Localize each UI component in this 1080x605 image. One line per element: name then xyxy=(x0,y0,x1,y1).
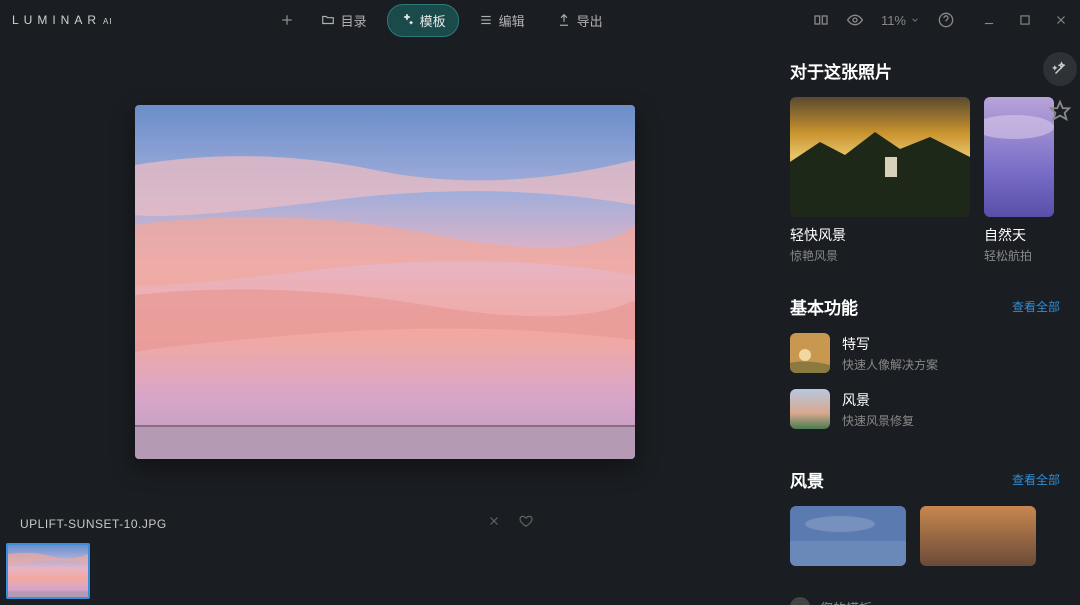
tab-export[interactable]: 导出 xyxy=(545,5,615,36)
tab-edit[interactable]: 编辑 xyxy=(467,5,537,36)
recommendation-card-1[interactable]: 轻快风景 惊艳风景 xyxy=(790,97,970,264)
basics1-sub: 快速人像解决方案 xyxy=(842,356,938,373)
chevron-down-icon xyxy=(910,15,920,25)
basics2-sub: 快速风景修复 xyxy=(842,412,914,429)
section-for-this-photo: 对于这张照片 xyxy=(790,58,1060,83)
eye-icon[interactable] xyxy=(847,12,863,28)
tab-catalog[interactable]: 目录 xyxy=(309,5,379,36)
tab-templates[interactable]: 模板 xyxy=(387,4,459,37)
export-icon xyxy=(557,13,571,27)
help-icon[interactable] xyxy=(938,12,954,28)
sliders-icon xyxy=(479,13,493,27)
compare-icon[interactable] xyxy=(813,12,829,28)
section-basics: 基本功能 查看全部 xyxy=(790,294,1060,319)
tab-edit-label: 编辑 xyxy=(499,11,525,30)
basics1-title: 特写 xyxy=(842,334,938,354)
basics-item-1[interactable]: 特写 快速人像解决方案 xyxy=(790,333,1060,373)
zoom-dropdown[interactable]: 11% xyxy=(881,13,920,28)
window-close[interactable] xyxy=(1054,13,1068,27)
basics2-title: 风景 xyxy=(842,390,914,410)
app-logo: LUMINAR AI xyxy=(12,13,113,27)
star-icon[interactable] xyxy=(1049,100,1071,122)
filename-label: UPLIFT-SUNSET-10.JPG xyxy=(20,517,167,531)
add-button[interactable] xyxy=(273,6,301,34)
section-landscape: 风景 查看全部 xyxy=(790,467,1060,492)
filmstrip-thumb[interactable] xyxy=(6,543,90,599)
template-thumb-circle xyxy=(790,597,810,605)
favorite-button[interactable] xyxy=(519,514,533,533)
rec2-title: 自然天 xyxy=(984,225,1054,245)
tab-catalog-label: 目录 xyxy=(341,11,367,30)
rec1-title: 轻快风景 xyxy=(790,225,970,245)
window-minimize[interactable] xyxy=(982,13,996,27)
preset-card-1[interactable] xyxy=(790,506,906,566)
zoom-value: 11% xyxy=(881,13,906,28)
folder-icon xyxy=(321,13,335,27)
landscape-view-all[interactable]: 查看全部 xyxy=(1012,471,1060,488)
sparkle-icon xyxy=(400,13,414,27)
basics-item-2[interactable]: 风景 快速风景修复 xyxy=(790,389,1060,429)
logo-text: LUMINAR xyxy=(12,13,101,27)
rec1-sub: 惊艳风景 xyxy=(790,247,970,264)
preset-card-2[interactable] xyxy=(920,506,1036,566)
recommendation-card-2[interactable]: 自然天 轻松航拍 xyxy=(984,97,1054,264)
basics-view-all[interactable]: 查看全部 xyxy=(1012,298,1060,315)
reject-button[interactable] xyxy=(487,514,501,533)
tab-export-label: 导出 xyxy=(577,11,603,30)
tab-templates-label: 模板 xyxy=(420,11,446,30)
preview-image[interactable] xyxy=(135,105,635,459)
window-maximize[interactable] xyxy=(1018,13,1032,27)
rec2-sub: 轻松航拍 xyxy=(984,247,1054,264)
logo-suffix: AI xyxy=(103,17,113,26)
magic-wand-icon[interactable] xyxy=(1043,52,1077,86)
your-template-label: 您的模板 xyxy=(820,598,872,605)
